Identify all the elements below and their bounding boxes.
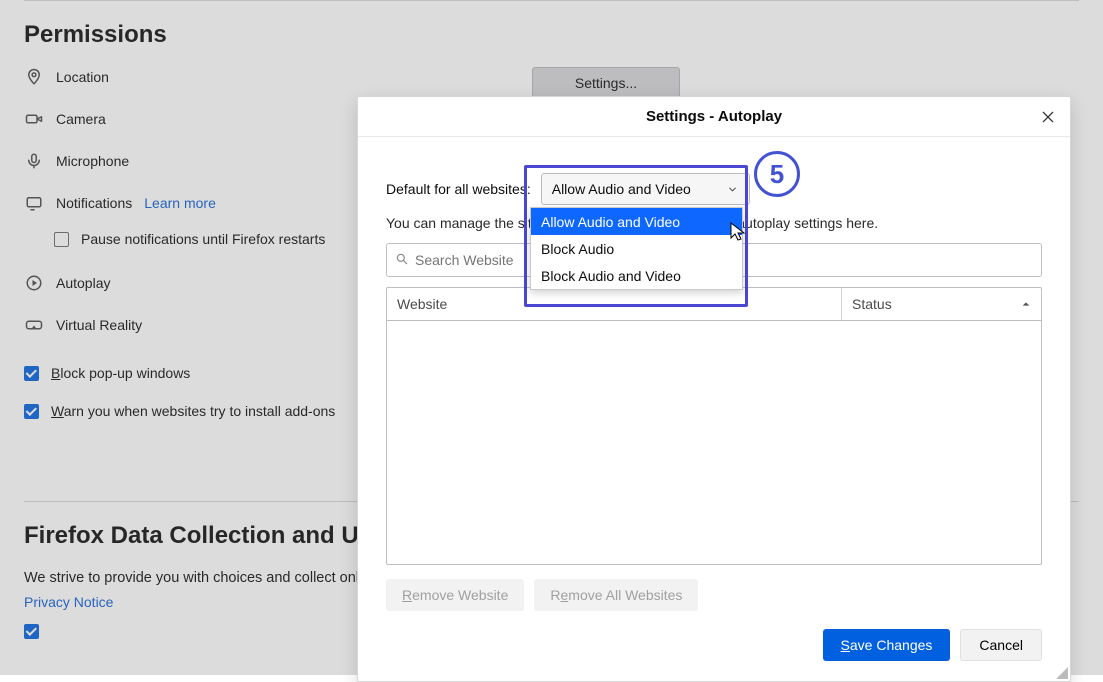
column-status[interactable]: Status xyxy=(842,288,1041,320)
permissions-heading: Permissions xyxy=(24,21,1079,49)
column-website[interactable]: Website xyxy=(387,288,842,320)
website-table-body xyxy=(386,321,1042,565)
dropdown-option-block-audio[interactable]: Block Audio xyxy=(531,235,742,262)
microphone-icon xyxy=(24,151,44,171)
default-label: Default for all websites: xyxy=(386,181,531,197)
sort-asc-icon xyxy=(1021,299,1031,309)
website-table-header: Website Status xyxy=(386,287,1042,321)
divider xyxy=(24,0,1079,1)
column-status-label: Status xyxy=(852,296,892,312)
resize-grip[interactable] xyxy=(1055,666,1069,680)
remove-website-button[interactable]: Remove Website xyxy=(386,579,524,611)
vr-icon xyxy=(24,315,44,335)
cancel-button[interactable]: Cancel xyxy=(960,629,1042,661)
close-icon xyxy=(1040,109,1056,125)
checkbox-label: Warn you when websites try to install ad… xyxy=(51,403,335,419)
dialog-header: Settings - Autoplay xyxy=(358,97,1070,137)
notifications-icon xyxy=(24,193,44,213)
checkbox-allow-send[interactable] xyxy=(24,624,39,639)
permission-label: Microphone xyxy=(56,153,129,169)
learn-more-link[interactable]: Learn more xyxy=(144,195,216,211)
permission-label: Autoplay xyxy=(56,275,110,291)
permission-label: Notifications xyxy=(56,195,132,211)
chevron-down-icon xyxy=(727,183,739,195)
autoplay-settings-dialog: Settings - Autoplay Default for all webs… xyxy=(357,96,1071,682)
location-icon xyxy=(24,67,44,87)
default-autoplay-select[interactable]: Allow Audio and Video xyxy=(541,173,750,205)
checkbox-warn-addons[interactable] xyxy=(24,404,39,419)
permission-label: Location xyxy=(56,69,109,85)
checkbox-label: Block pop-up windows xyxy=(51,365,190,381)
select-value: Allow Audio and Video xyxy=(552,181,691,197)
checkbox-block-popups[interactable] xyxy=(24,366,39,381)
permission-label: Camera xyxy=(56,111,106,127)
location-settings-button[interactable]: Settings... xyxy=(532,67,680,99)
checkbox-pause-notifications[interactable] xyxy=(54,232,69,247)
save-changes-button[interactable]: Save Changes xyxy=(823,629,951,661)
close-button[interactable] xyxy=(1034,103,1062,131)
default-select-row: Default for all websites: Allow Audio an… xyxy=(386,173,1042,205)
autoplay-dropdown[interactable]: Allow Audio and Video Block Audio Block … xyxy=(530,207,743,290)
dialog-title: Settings - Autoplay xyxy=(646,108,782,125)
autoplay-icon xyxy=(24,273,44,293)
dropdown-option-allow[interactable]: Allow Audio and Video xyxy=(531,208,742,235)
permission-label: Virtual Reality xyxy=(56,317,142,333)
search-icon xyxy=(395,252,409,269)
camera-icon xyxy=(24,109,44,129)
dialog-footer: Save Changes Cancel xyxy=(358,621,1070,681)
checkbox-label: Pause notifications until Firefox restar… xyxy=(81,231,325,247)
privacy-notice-link[interactable]: Privacy Notice xyxy=(24,594,113,610)
dropdown-option-block-all[interactable]: Block Audio and Video xyxy=(531,262,742,289)
remove-all-websites-button[interactable]: Remove All Websites xyxy=(534,579,698,611)
